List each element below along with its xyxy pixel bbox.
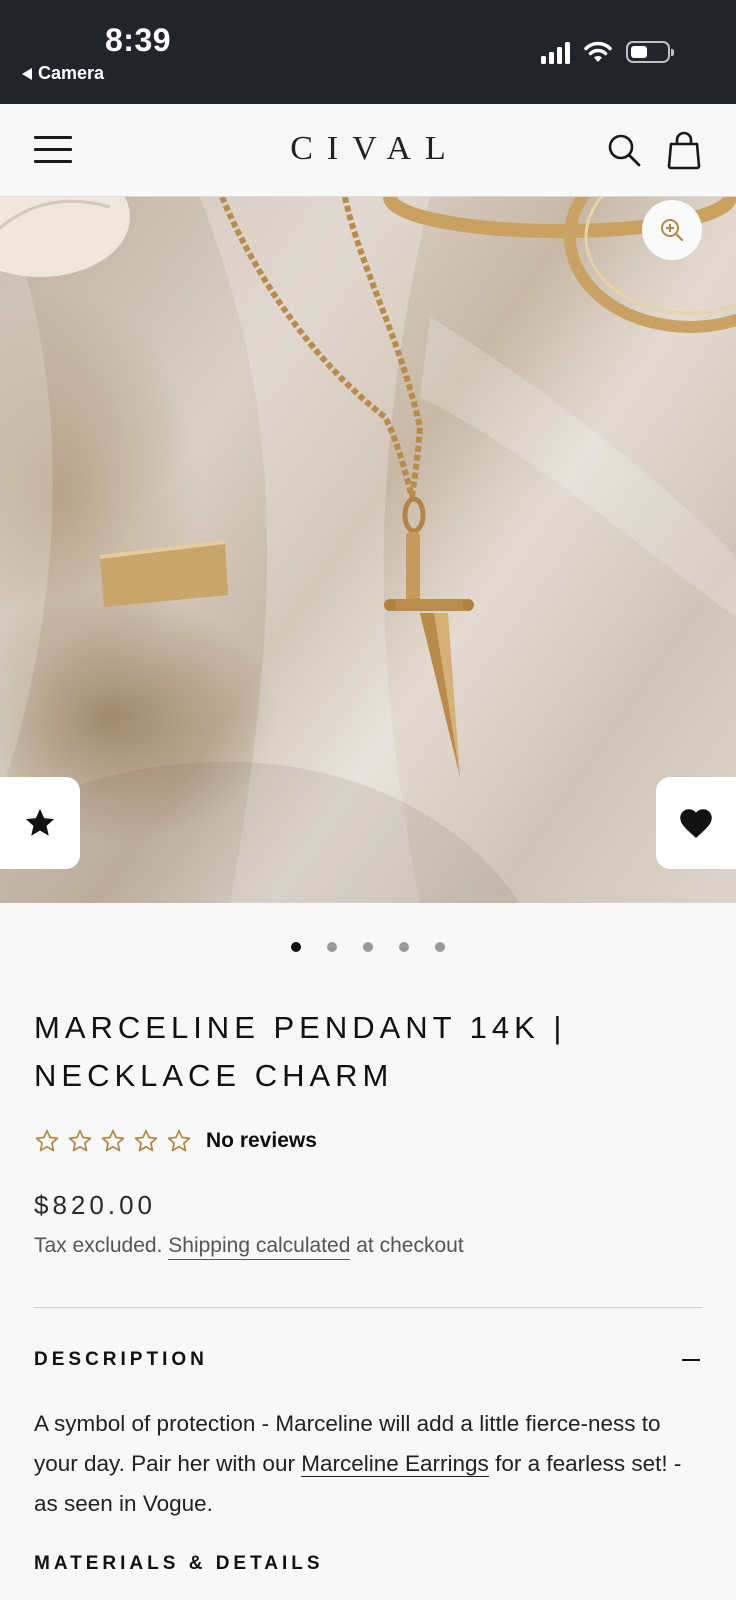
status-icons — [541, 40, 674, 64]
product-image-gallery[interactable] — [0, 197, 736, 903]
description-heading: DESCRIPTION — [34, 1349, 208, 1370]
gallery-dot-4[interactable] — [399, 942, 409, 952]
wishlist-button[interactable] — [656, 777, 736, 869]
back-to-camera-link[interactable]: Camera — [22, 63, 104, 84]
star-outline-icon — [68, 1129, 92, 1152]
status-time: 8:39 — [105, 22, 172, 58]
tax-prefix: Tax excluded. — [34, 1234, 163, 1257]
star-outline-icon — [101, 1129, 125, 1152]
marceline-earrings-link[interactable]: Marceline Earrings — [301, 1451, 489, 1477]
tax-suffix: at checkout — [356, 1234, 464, 1257]
cart-icon — [667, 131, 701, 170]
heart-icon — [680, 809, 712, 838]
star-icon — [25, 808, 55, 836]
star-outline-icon — [167, 1129, 191, 1152]
gallery-pagination — [0, 942, 736, 952]
reviews-widget-button[interactable] — [0, 777, 80, 869]
back-label: Camera — [38, 63, 105, 83]
zoom-in-icon — [661, 219, 684, 242]
rating-stars — [34, 1128, 192, 1154]
description-text: A symbol of protection - Marceline will … — [34, 1404, 684, 1524]
status-bar: 8:39 Camera — [0, 0, 736, 104]
gallery-dot-3[interactable] — [363, 942, 373, 952]
search-icon — [608, 134, 641, 167]
gallery-dot-1[interactable] — [291, 942, 301, 952]
description-accordion-toggle[interactable]: DESCRIPTION — [34, 1345, 702, 1375]
shipping-link[interactable]: Shipping calculated — [168, 1234, 351, 1260]
back-arrow-icon — [22, 67, 32, 80]
search-button[interactable] — [606, 132, 642, 168]
product-image — [0, 197, 736, 903]
site-header: CIVAL — [0, 104, 736, 197]
star-outline-icon — [134, 1129, 158, 1152]
reviews-count-label: No reviews — [206, 1129, 317, 1152]
product-title: MARCELINE PENDANT 14K | NECKLACE CHARM — [34, 1010, 567, 1093]
collapse-minus-icon — [682, 1359, 700, 1361]
section-divider — [34, 1307, 702, 1308]
product-price: $820.00 — [34, 1190, 156, 1220]
gallery-dot-2[interactable] — [327, 942, 337, 952]
cart-button[interactable] — [666, 130, 702, 170]
battery-icon — [626, 41, 674, 63]
zoom-button[interactable] — [642, 200, 702, 260]
materials-accordion-toggle[interactable]: MATERIALS & DETAILS — [34, 1553, 324, 1575]
wifi-icon — [584, 41, 612, 62]
signal-icon — [541, 40, 570, 64]
gallery-dot-5[interactable] — [435, 942, 445, 952]
star-outline-icon — [35, 1129, 59, 1152]
tax-note: Tax excluded. Shipping calculated at che… — [34, 1234, 464, 1260]
product-rating[interactable]: No reviews — [34, 1128, 317, 1154]
